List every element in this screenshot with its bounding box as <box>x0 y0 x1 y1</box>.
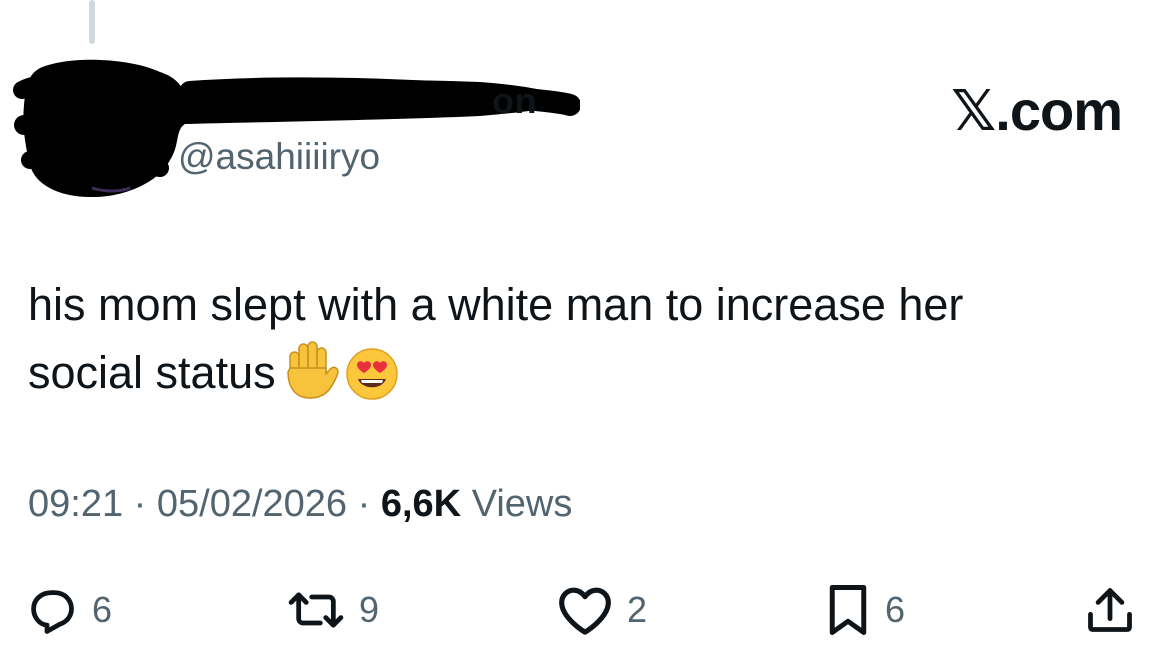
tweet-meta: 09:21 · 05/02/2026 · 6,6K Views <box>28 483 572 526</box>
views-label: Views <box>471 483 573 525</box>
repost-count: 9 <box>359 589 380 630</box>
author-name[interactable]: on <box>492 80 537 122</box>
x-logo-icon: 𝕏 <box>951 79 996 144</box>
bookmark-count: 6 <box>885 589 906 630</box>
reply-count: 6 <box>92 589 113 630</box>
like-count: 2 <box>627 589 648 630</box>
tweet-text-line-2: social status <box>28 338 1138 420</box>
meta-separator: · <box>133 483 147 525</box>
author-handle[interactable]: @asahiiiiryo <box>178 136 380 178</box>
tweet-time[interactable]: 09:21 <box>28 483 123 525</box>
reply-icon <box>26 584 78 636</box>
tweet-text: his mom slept with a white man to increa… <box>28 272 1138 420</box>
tweet-text-line-2-text: social status <box>28 347 276 398</box>
views-count: 6,6K <box>380 483 462 525</box>
brand-watermark: 𝕏.com <box>951 78 1123 144</box>
share-icon <box>1084 583 1136 637</box>
like-button[interactable]: 2 <box>557 580 647 640</box>
bookmark-icon <box>825 583 871 637</box>
heart-eyes-emoji-icon <box>344 346 400 420</box>
tweet-date[interactable]: 05/02/2026 <box>157 483 347 525</box>
repost-button[interactable]: 9 <box>287 580 379 640</box>
reply-button[interactable]: 6 <box>26 580 112 640</box>
meta-separator: · <box>357 483 371 525</box>
tweet-text-line-1: his mom slept with a white man to increa… <box>28 279 964 330</box>
tweet-action-bar: 6 9 2 6 <box>0 580 1170 640</box>
share-button[interactable] <box>1084 580 1136 640</box>
bookmark-button[interactable]: 6 <box>825 580 905 640</box>
raised-hand-emoji-icon <box>280 338 340 420</box>
thread-connector-line <box>89 0 95 44</box>
heart-icon <box>557 584 613 636</box>
repost-icon <box>287 584 345 636</box>
brand-label: .com <box>995 79 1123 142</box>
